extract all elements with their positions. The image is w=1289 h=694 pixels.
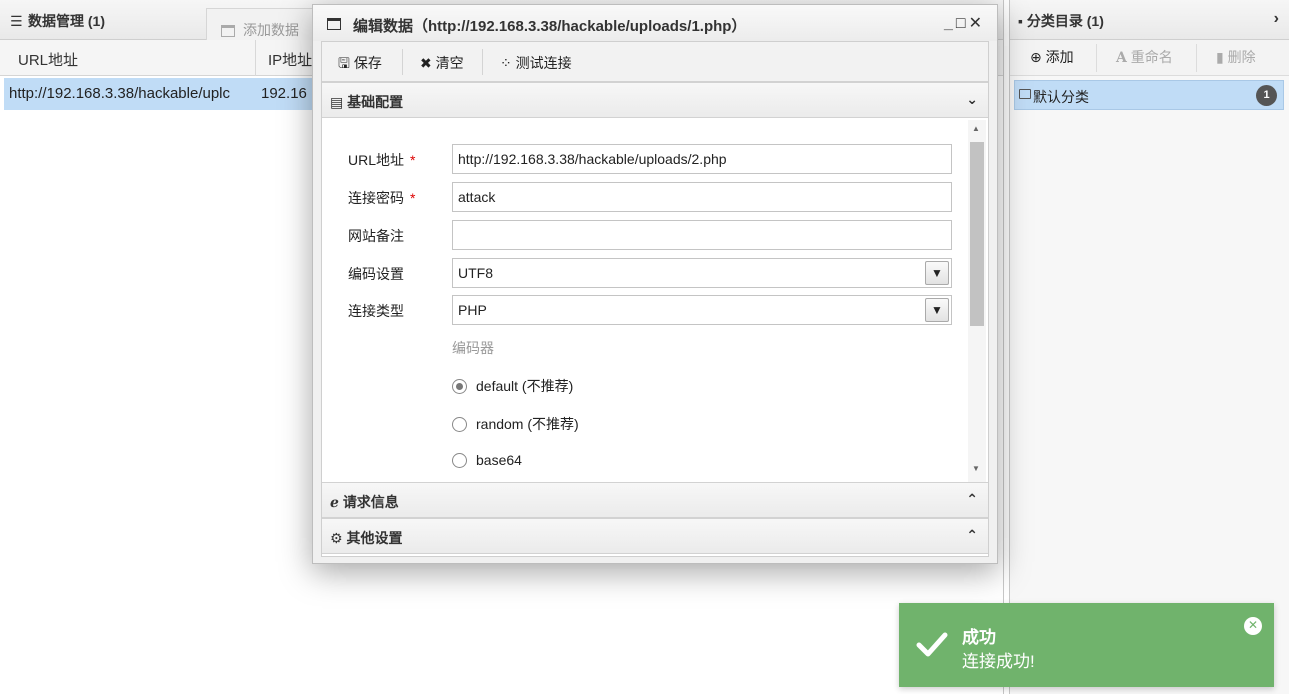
chevron-right-icon[interactable]: › — [1274, 10, 1279, 28]
radio-button[interactable] — [452, 417, 467, 432]
toast-message: 连接成功! — [962, 652, 1035, 671]
note-label: 网站备注 — [348, 228, 404, 244]
chevron-down-icon[interactable]: ▼ — [925, 298, 949, 322]
encoder-option-default[interactable]: default (不推荐) — [452, 376, 573, 396]
list-icon: ☰ — [10, 13, 23, 29]
toast-title: 成功 — [962, 628, 996, 647]
section-basic-title: ▤ 基础配置 — [330, 94, 404, 110]
scroll-up-icon[interactable]: ▲ — [972, 124, 980, 133]
maximize-icon[interactable]: □ — [956, 15, 969, 32]
window-icon — [221, 25, 235, 37]
test-connection-button[interactable]: ⁘ 测试连接 — [500, 53, 572, 73]
encoder-option-random[interactable]: random (不推荐) — [452, 414, 579, 434]
column-header-url[interactable]: URL地址 — [18, 49, 78, 70]
rename-category-button[interactable]: A 重命名 — [1116, 47, 1173, 67]
cell-ip: 192.16 — [261, 85, 307, 102]
type-label: 连接类型 — [348, 303, 404, 319]
password-label: 连接密码 * — [348, 190, 416, 206]
password-input[interactable]: attack — [452, 182, 952, 212]
gears-icon: ⚙ — [330, 530, 343, 546]
radio-button[interactable] — [452, 379, 467, 394]
dialog-toolbar: 🖫 保存 ✖ 清空 ⁘ 测试连接 — [322, 42, 988, 82]
note-row: 网站备注 — [322, 220, 962, 250]
clear-button[interactable]: ✖ 清空 — [420, 53, 464, 73]
section-request-title: ℯ 请求信息 — [330, 494, 399, 510]
type-select[interactable]: PHP ▼ — [452, 295, 952, 325]
save-icon: 🖫 — [338, 55, 350, 71]
delete-category-button[interactable]: ▮ 删除 — [1216, 47, 1256, 67]
category-panel-header: ▪ 分类目录 (1) › — [1010, 0, 1289, 40]
category-panel-title: ▪ 分类目录 (1) — [1018, 13, 1104, 29]
count-badge: 1 — [1256, 85, 1277, 106]
password-row: 连接密码 * attack — [322, 182, 962, 212]
minimize-icon[interactable]: _ — [944, 15, 956, 32]
encoding-select[interactable]: UTF8 ▼ — [452, 258, 952, 288]
section-other-header[interactable]: ⚙ 其他设置 ⌃ — [322, 518, 988, 554]
encoder-label: 编码器 — [452, 340, 494, 356]
scroll-down-icon[interactable]: ▼ — [972, 464, 980, 473]
chevron-up-icon: ⌃ — [966, 527, 978, 543]
url-input[interactable]: http://192.168.3.38/hackable/uploads/2.p… — [452, 144, 952, 174]
note-input[interactable] — [452, 220, 952, 250]
dialog-titlebar[interactable]: 编辑数据（http://192.168.3.38/hackable/upload… — [313, 5, 997, 41]
folder-icon: ▪ — [1018, 13, 1023, 29]
category-toolbar: ⊕ 添加 A 重命名 ▮ 删除 — [1010, 40, 1289, 76]
section-request-header[interactable]: ℯ 请求信息 ⌃ — [322, 482, 988, 518]
column-divider[interactable] — [255, 40, 256, 76]
window-icon — [327, 18, 341, 30]
divider — [482, 49, 483, 75]
table-row[interactable]: http://192.168.3.38/hackable/uplc 192.16 — [4, 78, 314, 110]
dialog-body: 🖫 保存 ✖ 清空 ⁘ 测试连接 ▤ 基础配置 ⌄ URL地址 * http://… — [321, 41, 989, 557]
check-icon — [916, 632, 948, 657]
radio-button[interactable] — [452, 453, 467, 468]
document-icon: ▤ — [330, 94, 344, 110]
form-scrollbar[interactable]: ▲ ▼ — [968, 120, 986, 482]
category-panel: ▪ 分类目录 (1) › ⊕ 添加 A 重命名 ▮ 删除 默认分类 1 — [1009, 0, 1289, 694]
divider — [402, 49, 403, 75]
column-header-ip[interactable]: IP地址 — [268, 49, 312, 70]
scrollbar-thumb[interactable] — [970, 142, 984, 326]
font-icon: A — [1116, 50, 1127, 66]
chevron-down-icon[interactable]: ▼ — [925, 261, 949, 285]
folder-icon — [1019, 89, 1031, 99]
section-basic-header[interactable]: ▤ 基础配置 ⌄ — [322, 82, 988, 118]
add-category-button[interactable]: ⊕ 添加 — [1030, 47, 1074, 67]
url-label: URL地址 * — [348, 152, 416, 168]
trash-icon: ▮ — [1216, 49, 1224, 65]
success-toast: 成功 连接成功! ✕ — [899, 603, 1274, 687]
encoding-row: 编码设置 UTF8 ▼ — [322, 258, 962, 288]
window-controls: _□✕ — [944, 13, 985, 33]
data-panel-title: ☰ 数据管理 (1) — [10, 13, 105, 29]
divider — [1196, 44, 1197, 72]
encoding-label: 编码设置 — [348, 266, 404, 282]
cell-url: http://192.168.3.38/hackable/uplc — [9, 85, 231, 102]
chevron-down-icon: ⌄ — [966, 91, 978, 107]
edit-data-dialog: 编辑数据（http://192.168.3.38/hackable/upload… — [312, 4, 998, 564]
encoder-option-base64[interactable]: base64 — [452, 452, 522, 468]
spinner-icon: ⁘ — [500, 55, 512, 71]
save-button[interactable]: 🖫 保存 — [338, 53, 382, 77]
divider — [1096, 44, 1097, 72]
category-item-default[interactable]: 默认分类 1 — [1014, 80, 1284, 110]
close-icon[interactable]: ✕ — [969, 15, 985, 32]
x-icon: ✖ — [420, 55, 432, 71]
chevron-up-icon: ⌃ — [966, 491, 978, 507]
type-row: 连接类型 PHP ▼ — [322, 295, 962, 325]
plus-circle-icon: ⊕ — [1030, 49, 1042, 65]
dialog-title: 编辑数据（http://192.168.3.38/hackable/upload… — [353, 18, 747, 35]
basic-config-form: URL地址 * http://192.168.3.38/hackable/uplo… — [322, 120, 988, 482]
edge-icon: ℯ — [330, 494, 339, 510]
section-other-title: ⚙ 其他设置 — [330, 530, 403, 546]
url-row: URL地址 * http://192.168.3.38/hackable/uplo… — [322, 144, 962, 174]
close-icon[interactable]: ✕ — [1244, 617, 1262, 635]
